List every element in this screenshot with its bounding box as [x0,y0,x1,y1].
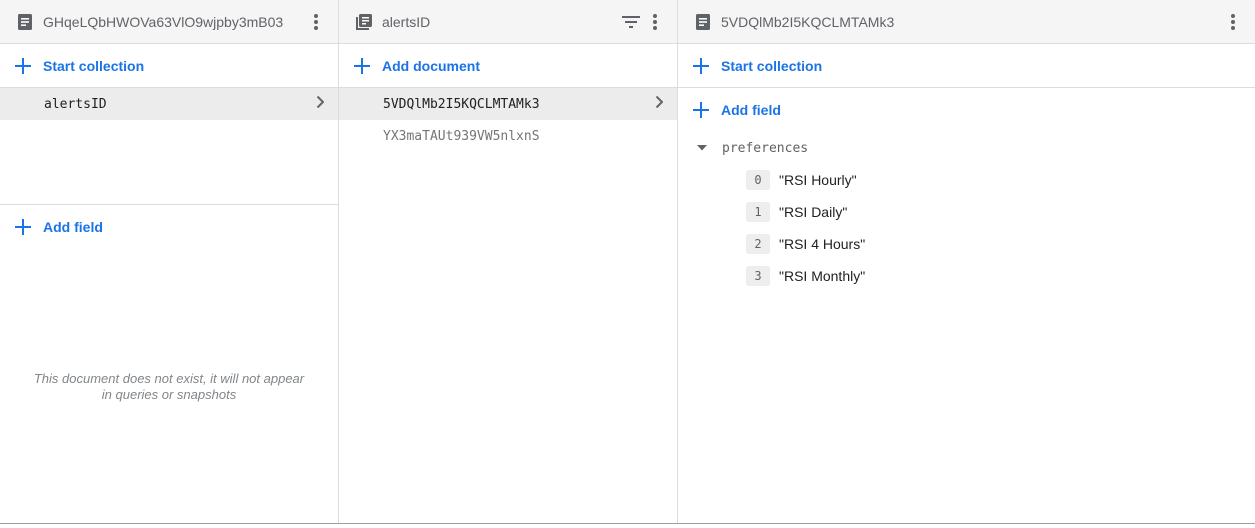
start-collection-label: Start collection [721,57,823,74]
collection-panel-header: alertsID [339,0,677,44]
list-item[interactable]: alertsID [0,88,338,120]
plus-icon [14,57,32,75]
list-item[interactable]: 5VDQlMb2I5KQCLMTAMk3 [339,88,677,120]
array-value: "RSI Hourly" [779,172,857,188]
collection-icon [356,13,372,30]
firestore-data-viewer: GHqeLQbHWOVa63VlO9wjpby3mB03 Start colle… [0,0,1255,524]
caret-down-icon[interactable] [696,142,708,154]
document-id: YX3maTAUt939VW5nlxnS [383,128,540,144]
chevron-right-icon [316,95,325,112]
add-field-button[interactable]: Add field [0,205,338,249]
array-items: 0 "RSI Hourly" 1 "RSI Daily" 2 "RSI 4 Ho… [678,164,1255,292]
document-list: 5VDQlMb2I5KQCLMTAMk3 YX3maTAUt939VW5nlxn… [339,88,677,152]
add-field-button[interactable]: Add field [678,88,1255,132]
start-collection-label: Start collection [43,57,145,74]
start-collection-button[interactable]: Start collection [678,44,1255,88]
collection-name: alertsID [44,96,107,112]
document-detail-panel: 5VDQlMb2I5KQCLMTAMk3 Start collection Ad… [678,0,1255,523]
array-item[interactable]: 2 "RSI 4 Hours" [678,228,1255,260]
field-name: preferences [722,140,809,156]
more-vert-icon[interactable] [643,10,667,34]
document-detail-title: 5VDQlMb2I5KQCLMTAMk3 [721,13,895,30]
collection-panel: alertsID Add document 5VDQlMb2I5KQCLMTAM… [339,0,678,523]
empty-document-note: This document does not exist, it will no… [33,371,305,402]
add-document-label: Add document [382,57,480,74]
add-field-label: Add field [43,219,103,235]
plus-icon [692,101,710,119]
array-value: "RSI Daily" [779,204,848,220]
list-item[interactable]: YX3maTAUt939VW5nlxnS [339,120,677,152]
array-value: "RSI 4 Hours" [779,236,866,252]
document-detail-header: 5VDQlMb2I5KQCLMTAMk3 [678,0,1255,44]
document-id: 5VDQlMb2I5KQCLMTAMk3 [383,96,540,112]
more-vert-icon[interactable] [304,10,328,34]
array-item[interactable]: 0 "RSI Hourly" [678,164,1255,196]
collection-list: alertsID [0,88,338,205]
array-value: "RSI Monthly" [779,268,866,284]
plus-icon [353,57,371,75]
document-icon [695,13,711,30]
field-preferences[interactable]: preferences [678,132,1255,164]
filter-icon[interactable] [619,10,643,34]
document-panel-header: GHqeLQbHWOVa63VlO9wjpby3mB03 [0,0,338,44]
document-icon [17,13,33,30]
array-item[interactable]: 3 "RSI Monthly" [678,260,1255,292]
document-panel-title: GHqeLQbHWOVa63VlO9wjpby3mB03 [43,13,284,30]
add-field-label: Add field [721,102,781,118]
add-document-button[interactable]: Add document [339,44,677,88]
plus-icon [692,57,710,75]
start-collection-button[interactable]: Start collection [0,44,338,88]
more-vert-icon[interactable] [1221,10,1245,34]
collection-panel-title: alertsID [382,13,431,30]
document-panel: GHqeLQbHWOVa63VlO9wjpby3mB03 Start colle… [0,0,339,523]
array-index: 2 [746,234,770,254]
array-index: 3 [746,266,770,286]
array-index: 1 [746,202,770,222]
plus-icon [14,218,32,236]
chevron-right-icon [655,95,664,112]
array-item[interactable]: 1 "RSI Daily" [678,196,1255,228]
array-index: 0 [746,170,770,190]
